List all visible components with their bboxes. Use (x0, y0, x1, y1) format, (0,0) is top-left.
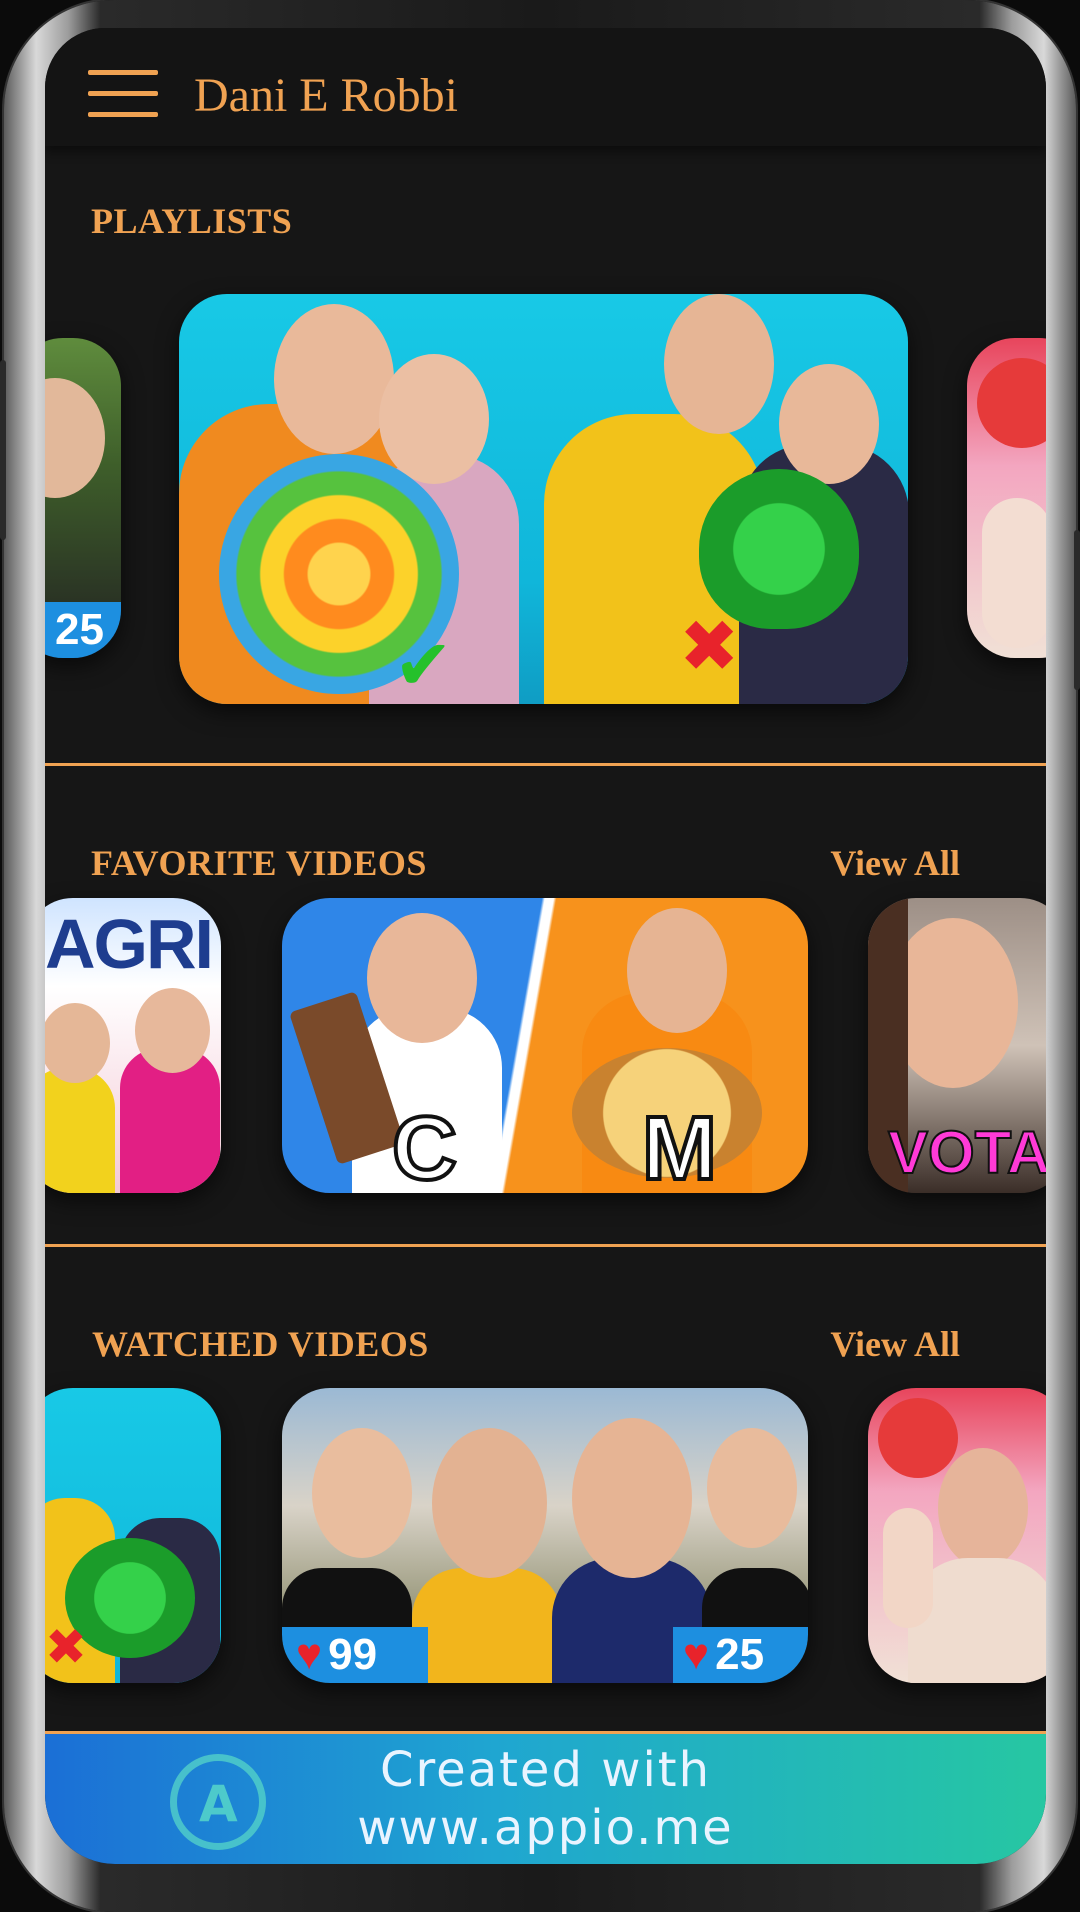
thumbnail-letter: M (640, 1097, 719, 1193)
face (572, 1418, 692, 1578)
playlist-card-featured[interactable]: ✔ ✖ (179, 294, 908, 704)
heart-icon: ♥ (296, 1630, 323, 1679)
favorite-video-card-featured[interactable]: C M (282, 898, 808, 1193)
appio-banner[interactable]: A Created with www.appio.me (45, 1731, 1046, 1864)
hamburger-menu-icon[interactable] (88, 70, 158, 118)
section-divider (45, 1244, 1046, 1247)
likes-badge: ♥ 99 (282, 1627, 428, 1683)
face (312, 1428, 412, 1558)
badge: 25 (45, 602, 121, 658)
section-title-playlists: PLAYLISTS (91, 201, 293, 241)
side-button (0, 360, 6, 540)
favorite-video-card[interactable]: VOTA! (868, 898, 1046, 1193)
badge-count: 25 (55, 605, 104, 654)
watched-view-all-link[interactable]: View All (830, 1323, 960, 1365)
banner-line-1: Created with (379, 1742, 712, 1798)
x-mark-icon: ✖ (679, 607, 740, 687)
watched-video-card-featured[interactable]: ♥ 99 ♥ 25 (282, 1388, 808, 1683)
side-button (1074, 530, 1080, 690)
thumbnail-caption: AGRI (45, 905, 214, 983)
badge-count: 25 (715, 1630, 765, 1679)
face (432, 1428, 547, 1578)
screen: Dani E Robbi PLAYLISTS 25 ✔ ✖ FAVORITE V… (45, 28, 1046, 1864)
face (274, 304, 394, 454)
person-thumbnail (45, 378, 105, 498)
banner-line-2: www.appio.me (357, 1800, 734, 1856)
balloon (977, 358, 1046, 448)
section-title-favorites: FAVORITE VIDEOS (91, 843, 427, 883)
face (45, 1003, 110, 1083)
person-yellow-hoodie (412, 1568, 562, 1683)
face (379, 354, 489, 484)
waving-hand (982, 498, 1046, 648)
app-bar: Dani E Robbi (45, 28, 1046, 146)
broken-heart-icon: ♥ (683, 1630, 710, 1679)
waving-hand (883, 1508, 933, 1628)
face (135, 988, 210, 1073)
face (627, 908, 727, 1033)
playlist-card[interactable] (967, 338, 1046, 658)
watched-video-card[interactable] (868, 1388, 1046, 1683)
app-title: Dani E Robbi (194, 69, 458, 122)
face (779, 364, 879, 484)
balloon (878, 1398, 958, 1478)
person-yellow (45, 1068, 115, 1193)
check-icon: ✔ (394, 626, 453, 704)
face (367, 913, 477, 1043)
x-mark-icon: ✖ (45, 1619, 87, 1675)
section-divider (45, 763, 1046, 766)
playlist-card[interactable]: 25 (45, 338, 121, 658)
badge-count: 99 (328, 1630, 378, 1679)
thumbnail-letter: C (390, 1097, 459, 1193)
face (707, 1428, 797, 1548)
favorite-video-card[interactable]: AGRI (45, 898, 221, 1193)
favorites-view-all-link[interactable]: View All (830, 842, 960, 884)
watched-video-card[interactable]: ✖ (45, 1388, 221, 1683)
phone-frame: Dani E Robbi PLAYLISTS 25 ✔ ✖ FAVORITE V… (0, 0, 1080, 1912)
section-title-watched: WATCHED VIDEOS (92, 1324, 429, 1364)
thumbnail-caption: VOTA! (887, 1118, 1046, 1187)
face (664, 294, 774, 434)
face (938, 1448, 1028, 1568)
